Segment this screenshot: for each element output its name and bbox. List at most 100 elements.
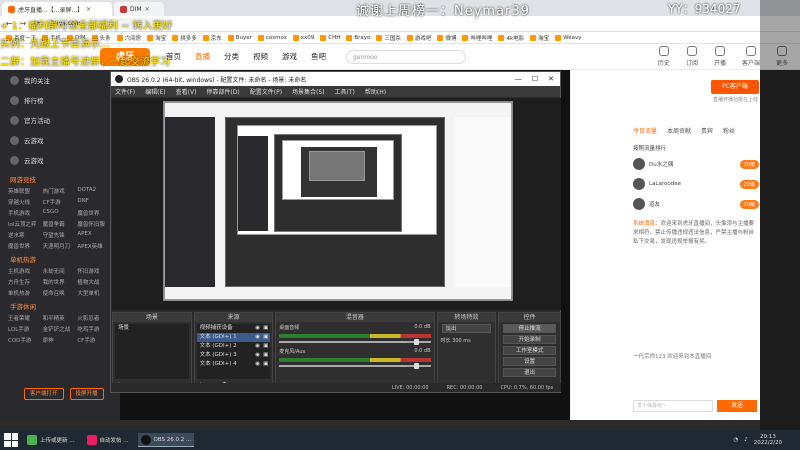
rank-row[interactable]: Du水之偶 20级 xyxy=(633,156,759,172)
lock-icon[interactable]: ▣ xyxy=(263,360,268,369)
header-icon-item[interactable]: 开播 xyxy=(714,46,726,67)
sidebar-category-link[interactable]: 方舟生存 xyxy=(8,278,43,286)
lock-icon[interactable]: ▣ xyxy=(263,333,268,342)
sidebar-category-title[interactable]: 单机热游 xyxy=(0,253,120,267)
sidebar-category-link[interactable]: 穿越火线 xyxy=(8,198,43,206)
bookmark-item[interactable]: 微博 xyxy=(437,34,456,42)
obs-preview[interactable] xyxy=(163,101,513,301)
cast-stream-button[interactable]: 投屏开播 xyxy=(69,388,104,400)
sidebar-category-link[interactable]: APEX xyxy=(77,231,112,239)
bookmark-item[interactable]: 京东 xyxy=(202,34,222,42)
obs-menu-item[interactable]: 停靠部件(D) xyxy=(206,87,239,96)
control-button[interactable]: 工作室模式 xyxy=(503,346,556,355)
close-icon[interactable]: ✕ xyxy=(548,75,554,83)
bookmark-item[interactable]: 哔哩哔哩 xyxy=(462,34,492,42)
tab-fans[interactable]: 粉丝 xyxy=(723,126,735,135)
lock-icon[interactable]: ▣ xyxy=(263,324,268,333)
sidebar-item[interactable]: 我的关注 xyxy=(0,70,120,90)
lock-icon[interactable]: ▣ xyxy=(263,351,268,360)
lock-icon[interactable]: ▣ xyxy=(263,342,268,351)
sidebar-category-link[interactable]: 王者荣耀 xyxy=(8,314,43,322)
sidebar-category-link[interactable]: 英雄联盟 xyxy=(8,187,43,195)
browser-tab-huya[interactable]: 虎牙直播...【...录屏...】 ✕ xyxy=(2,2,112,16)
nav-game[interactable]: 游戏 xyxy=(282,51,297,62)
sidebar-item[interactable]: 云游戏 xyxy=(0,150,120,170)
sidebar-item[interactable]: 官方活动 xyxy=(0,110,120,130)
source-item[interactable]: 视频捕获设备 ◉ ▣ xyxy=(197,324,271,333)
bookmark-item[interactable]: Weavy xyxy=(555,34,582,41)
transition-select[interactable]: 淡出 xyxy=(441,324,492,333)
obs-menu-item[interactable]: 工具(T) xyxy=(335,87,355,96)
source-item[interactable]: 文本 (GDI+) 2 ◉ ▣ xyxy=(197,342,271,351)
sidebar-category-link[interactable]: 和平精英 xyxy=(43,314,78,322)
bookmark-item[interactable]: 游戏吧 xyxy=(406,34,431,42)
tab-week[interactable]: 本周贡献 xyxy=(667,126,691,135)
sidebar-category-link[interactable]: CSGO xyxy=(43,209,78,217)
clock[interactable]: 20:13 2022/2/20 xyxy=(754,434,782,446)
sidebar-category-link[interactable]: 金铲铲之战 xyxy=(43,325,78,333)
obs-titlebar[interactable]: OBS 26.0.2 (64-bit, windows) - 配置文件: 未命名… xyxy=(111,72,560,86)
minimize-icon[interactable]: — xyxy=(515,75,522,83)
windows-start-icon[interactable] xyxy=(4,433,18,447)
sidebar-category-link[interactable]: DNF xyxy=(77,198,112,206)
sidebar-category-link[interactable]: LOL手游 xyxy=(8,325,43,333)
obs-menu-item[interactable]: 帮助(H) xyxy=(365,87,386,96)
sidebar-category-link[interactable]: CF手游 xyxy=(77,336,112,344)
header-icon-item[interactable]: 历史 xyxy=(658,46,670,67)
rank-row[interactable]: 道友 20级 xyxy=(633,196,759,212)
maximize-icon[interactable]: ☐ xyxy=(532,75,538,83)
nav-video[interactable]: 视频 xyxy=(253,51,268,62)
taskbar-app[interactable]: 上传或更新 ... xyxy=(24,433,78,447)
source-item[interactable]: 文本 (GDI+) 3 ◉ ▣ xyxy=(197,351,271,360)
close-tab-icon[interactable]: ✕ xyxy=(86,6,91,13)
network-icon[interactable]: ◔ xyxy=(733,437,738,443)
sidebar-category-link[interactable]: 魔兽争霸 xyxy=(43,220,78,228)
eye-icon[interactable]: ◉ xyxy=(255,360,260,369)
obs-menu-item[interactable]: 配置文件(P) xyxy=(250,87,282,96)
volume-slider[interactable] xyxy=(279,363,431,369)
eye-icon[interactable]: ◉ xyxy=(255,342,260,351)
close-tab-icon[interactable]: ✕ xyxy=(145,6,150,13)
eye-icon[interactable]: ◉ xyxy=(255,351,260,360)
duration-input[interactable]: 300 ms xyxy=(452,338,471,344)
bookmark-item[interactable]: Buyer xyxy=(227,34,252,41)
obs-window[interactable]: OBS 26.0.2 (64-bit, windows) - 配置文件: 未命名… xyxy=(110,71,561,393)
bookmark-item[interactable]: xx09 xyxy=(292,34,314,41)
sidebar-category-link[interactable]: 守望先锋 xyxy=(43,231,78,239)
bookmark-item[interactable]: cosmos xyxy=(257,34,287,41)
sidebar-item[interactable]: 排行榜 xyxy=(0,90,120,110)
eye-icon[interactable]: ◉ xyxy=(255,333,260,342)
bookmark-item[interactable]: 淘宝 xyxy=(147,34,166,42)
taskbar-app[interactable]: 自动发帖 ... xyxy=(84,433,132,447)
sidebar-category-link[interactable]: 植物大战 xyxy=(77,278,112,286)
sidebar-category-link[interactable]: 原神 xyxy=(43,336,78,344)
sidebar-category-link[interactable]: 逆水寒 xyxy=(8,231,43,239)
control-button[interactable]: 退出 xyxy=(503,368,556,377)
control-button[interactable]: 停止推流 xyxy=(503,324,556,333)
control-button[interactable]: 设置 xyxy=(503,357,556,366)
sidebar-category-link[interactable]: 魔兽世界 xyxy=(77,209,112,217)
bookmark-item[interactable]: 拼多多 xyxy=(172,34,197,42)
obs-menu-item[interactable]: 文件(F) xyxy=(115,87,135,96)
chat-input[interactable]: 发个弹幕吧~ xyxy=(633,400,713,412)
sidebar-category-link[interactable]: lol云顶之弈 xyxy=(8,220,43,228)
bookmark-item[interactable]: Brayo xyxy=(346,34,370,41)
bookmark-item[interactable]: CHH xyxy=(320,34,340,41)
obs-menu-item[interactable]: 查看(V) xyxy=(176,87,197,96)
sidebar-category-link[interactable]: 热门游戏 xyxy=(43,187,78,195)
nav-fishbar[interactable]: 鱼吧 xyxy=(311,51,326,62)
header-icon-item[interactable]: 客户端 xyxy=(742,46,760,67)
source-item[interactable]: 文本 (GDI+) 1 ◉ ▣ xyxy=(196,333,271,342)
tab-today[interactable]: 今日流量 xyxy=(633,126,657,135)
site-search-input[interactable]: genmoo xyxy=(346,49,466,64)
sidebar-category-link[interactable]: 火影忍者 xyxy=(77,314,112,322)
sidebar-category-link[interactable]: APEX英雄 xyxy=(77,242,112,250)
sidebar-item[interactable]: 云游戏 xyxy=(0,130,120,150)
nav-live[interactable]: 直播 xyxy=(195,51,210,62)
sidebar-category-link[interactable]: 我的世界 xyxy=(43,278,78,286)
sidebar-category-link[interactable]: 使命召唤 xyxy=(43,289,78,297)
eye-icon[interactable]: ◉ xyxy=(255,324,260,333)
obs-menu-item[interactable]: 场景集合(S) xyxy=(292,87,325,96)
sidebar-category-link[interactable]: 永劫无间 xyxy=(43,267,78,275)
sidebar-category-link[interactable]: 怀旧游戏 xyxy=(77,267,112,275)
